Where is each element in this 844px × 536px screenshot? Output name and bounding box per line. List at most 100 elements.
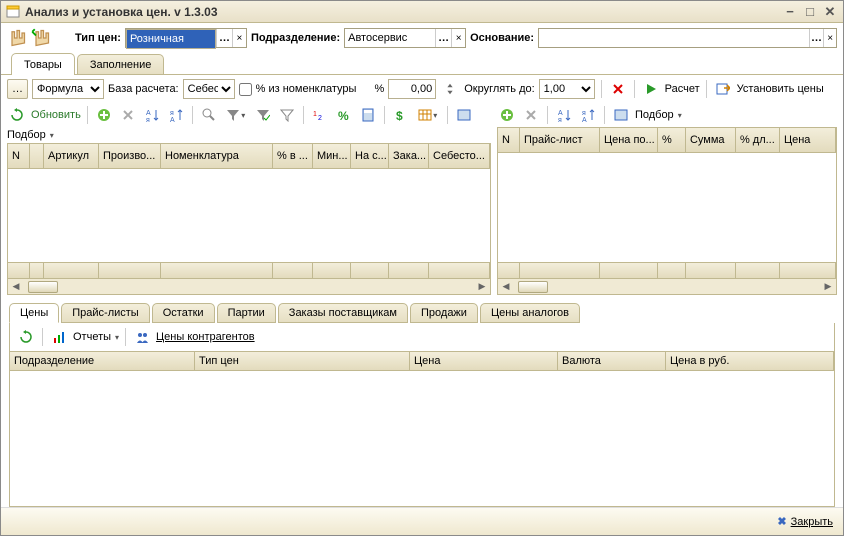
btab-stock[interactable]: Остатки: [152, 303, 215, 323]
contractor-prices-label[interactable]: Цены контрагентов: [156, 331, 255, 343]
rcol-n[interactable]: N: [498, 128, 520, 152]
sort-za-icon[interactable]: яA: [166, 105, 186, 125]
r-scroll-thumb[interactable]: [518, 281, 548, 293]
right-scrollbar[interactable]: ◀ ▶: [497, 279, 837, 295]
maximize-button[interactable]: □: [801, 4, 819, 20]
dollar-icon[interactable]: $: [391, 105, 411, 125]
type-combo[interactable]: … ×: [125, 28, 247, 48]
r-sort-az-icon[interactable]: Aя: [554, 105, 574, 125]
col-pctv[interactable]: % в ...: [273, 144, 313, 168]
hand-return-icon[interactable]: [31, 28, 51, 48]
left-table-body[interactable]: [7, 169, 491, 263]
type-ellipsis-button[interactable]: …: [216, 29, 232, 47]
percent-green-icon[interactable]: %: [334, 105, 354, 125]
refresh-small-icon[interactable]: [16, 327, 36, 347]
set-prices-icon[interactable]: [713, 79, 733, 99]
percent-stepper[interactable]: [440, 79, 460, 99]
bottom-table-body[interactable]: [10, 371, 834, 506]
r-scroll-right-icon[interactable]: ▶: [820, 279, 836, 294]
right-table-body[interactable]: [497, 153, 837, 263]
col-empty[interactable]: [30, 144, 44, 168]
scroll-right-icon[interactable]: ▶: [474, 279, 490, 294]
sort-az-icon[interactable]: Aя: [142, 105, 162, 125]
add-icon[interactable]: [94, 105, 114, 125]
search-icon[interactable]: [199, 105, 219, 125]
basis-clear-button[interactable]: ×: [823, 29, 836, 47]
tab-goods[interactable]: Товары: [11, 53, 75, 75]
col-nomenclature[interactable]: Номенклатура: [161, 144, 273, 168]
close-button[interactable]: ✕: [821, 4, 839, 20]
tab-fill[interactable]: Заполнение: [77, 54, 165, 74]
filter-check-icon[interactable]: [253, 105, 273, 125]
footer-close-icon[interactable]: ✖: [777, 515, 786, 528]
formula-select[interactable]: Формула: [32, 79, 104, 99]
btab-analog[interactable]: Цены аналогов: [480, 303, 580, 323]
col-cost[interactable]: Себесто...: [429, 144, 490, 168]
btab-batches[interactable]: Партии: [217, 303, 276, 323]
round-select[interactable]: 1,00: [539, 79, 595, 99]
r-scroll-left-icon[interactable]: ◀: [498, 279, 514, 294]
basis-input[interactable]: [539, 29, 809, 47]
r-add-icon[interactable]: [497, 105, 517, 125]
col-order[interactable]: Зака...: [389, 144, 429, 168]
r-sort-za-icon[interactable]: яA: [578, 105, 598, 125]
col-article[interactable]: Артикул: [44, 144, 99, 168]
delete-icon[interactable]: [118, 105, 138, 125]
basis-ellipsis-button[interactable]: …: [809, 29, 824, 47]
reports-label[interactable]: Отчеты: [73, 331, 111, 343]
col-producer[interactable]: Произво...: [99, 144, 161, 168]
minimize-button[interactable]: −: [781, 4, 799, 20]
refresh-icon[interactable]: [7, 105, 27, 125]
delete-x-icon[interactable]: [608, 79, 628, 99]
r-delete-icon[interactable]: [521, 105, 541, 125]
filter-icon[interactable]: [223, 105, 249, 125]
type-clear-button[interactable]: ×: [232, 29, 246, 47]
refresh-label[interactable]: Обновить: [31, 109, 81, 121]
division-input[interactable]: [345, 29, 435, 47]
left-scrollbar[interactable]: ◀ ▶: [7, 279, 491, 295]
division-ellipsis-button[interactable]: …: [435, 29, 451, 47]
btab-orders[interactable]: Заказы поставщикам: [278, 303, 408, 323]
calc-label[interactable]: Расчет: [665, 83, 700, 95]
rcol-cena[interactable]: Цена: [780, 128, 836, 152]
rcol-pricelist[interactable]: Прайс-лист: [520, 128, 600, 152]
rcol-pct[interactable]: %: [658, 128, 686, 152]
filter-clear-icon[interactable]: [277, 105, 297, 125]
rcol-sum[interactable]: Сумма: [686, 128, 736, 152]
btab-pricelists[interactable]: Прайс-листы: [61, 303, 149, 323]
people-icon[interactable]: [132, 327, 152, 347]
btab-prices[interactable]: Цены: [9, 303, 59, 323]
basis-combo[interactable]: … ×: [538, 28, 837, 48]
hand-icon[interactable]: [7, 28, 27, 48]
bcol-type[interactable]: Тип цен: [195, 352, 410, 370]
bcol-cur[interactable]: Валюта: [558, 352, 666, 370]
r-select-table-icon[interactable]: [611, 105, 631, 125]
col-min[interactable]: Мин...: [313, 144, 351, 168]
calc-icon[interactable]: [358, 105, 378, 125]
numbers-icon[interactable]: 12: [310, 105, 330, 125]
select-label[interactable]: Подбор: [7, 129, 46, 141]
bcol-price[interactable]: Цена: [410, 352, 558, 370]
col-nas[interactable]: На с...: [351, 144, 389, 168]
reports-chart-icon[interactable]: [49, 327, 69, 347]
bcol-rub[interactable]: Цена в руб.: [666, 352, 834, 370]
table-icon[interactable]: [415, 105, 441, 125]
scroll-thumb[interactable]: [28, 281, 58, 293]
rcol-cenapo[interactable]: Цена по...: [600, 128, 658, 152]
col-n[interactable]: N: [8, 144, 30, 168]
select-table-icon[interactable]: [454, 105, 474, 125]
play-icon[interactable]: [641, 79, 661, 99]
btab-sales[interactable]: Продажи: [410, 303, 478, 323]
division-clear-button[interactable]: ×: [451, 29, 465, 47]
rcol-pctdl[interactable]: % дл...: [736, 128, 780, 152]
bcol-div[interactable]: Подразделение: [10, 352, 195, 370]
r-select-label[interactable]: Подбор: [635, 109, 674, 121]
ellipsis-button[interactable]: …: [7, 79, 28, 99]
footer-close-label[interactable]: Закрыть: [791, 516, 833, 528]
base-select[interactable]: Себес: [183, 79, 235, 99]
from-nomenclature-checkbox[interactable]: [239, 83, 252, 96]
division-combo[interactable]: … ×: [344, 28, 466, 48]
scroll-left-icon[interactable]: ◀: [8, 279, 24, 294]
type-input[interactable]: [126, 29, 216, 49]
percent-input[interactable]: [388, 79, 436, 99]
